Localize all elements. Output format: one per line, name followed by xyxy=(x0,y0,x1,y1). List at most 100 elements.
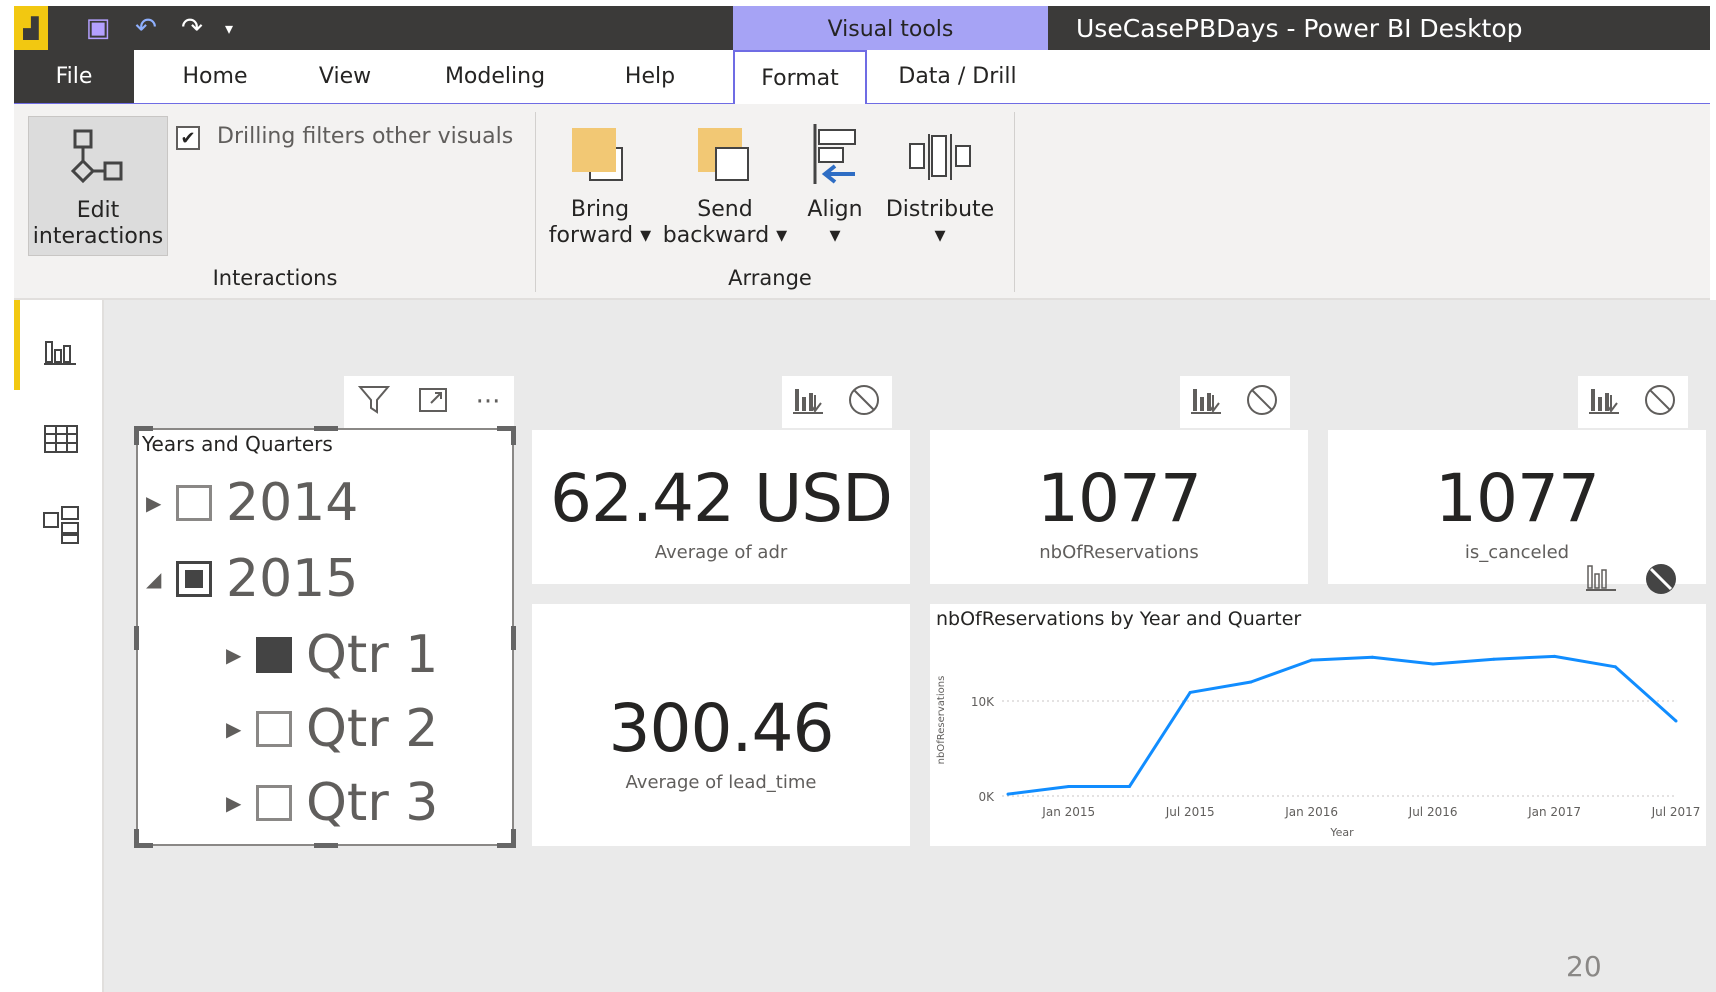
slicer-item-label: Qtr 2 xyxy=(306,699,439,759)
tab-home[interactable]: Home xyxy=(165,50,265,103)
data-point xyxy=(1127,785,1131,788)
slicer-item-label: 2014 xyxy=(226,473,359,533)
distribute-dropdown-icon: ▾ xyxy=(934,223,946,248)
resize-handle[interactable] xyxy=(511,626,516,650)
resize-handle[interactable] xyxy=(497,426,516,445)
card-is-canceled[interactable]: 1077 is_canceled xyxy=(1328,430,1706,594)
edit-interactions-button[interactable]: Edit interactions xyxy=(28,116,168,256)
bring-forward-icon xyxy=(572,128,623,181)
no-impact-icon[interactable] xyxy=(1245,383,1279,421)
slicer-checkbox-partial[interactable] xyxy=(176,561,212,597)
no-impact-icon[interactable] xyxy=(1643,383,1677,421)
visual-tools-label: Visual tools xyxy=(733,6,1048,52)
data-point xyxy=(1310,658,1314,662)
card-label: Average of lead_time xyxy=(625,772,817,793)
slicer-title: Years and Quarters xyxy=(142,432,333,456)
bring-label-2: forward ▾ xyxy=(548,223,652,248)
resize-handle[interactable] xyxy=(314,426,338,431)
collapse-icon[interactable]: ◢ xyxy=(146,567,170,591)
resize-handle[interactable] xyxy=(134,626,139,650)
customize-toolbar-icon[interactable]: ▾ xyxy=(214,6,244,50)
y-tick-label: 10K xyxy=(971,695,995,709)
align-icon xyxy=(813,124,856,184)
expand-icon[interactable]: ▶ xyxy=(226,791,250,815)
card-visual-header xyxy=(782,376,892,428)
view-switcher xyxy=(14,300,104,992)
slicer-item-qtr3[interactable]: ▶ Qtr 3 xyxy=(226,768,438,838)
align-button[interactable]: Align ▾ xyxy=(795,118,875,258)
focus-mode-icon[interactable] xyxy=(417,384,449,421)
card-average-lead-time[interactable]: 300.46 Average of lead_time xyxy=(532,604,910,846)
edit-label-1: Edit xyxy=(76,198,120,223)
slicer-item-2015[interactable]: ◢ 2015 xyxy=(146,544,358,614)
tab-help[interactable]: Help xyxy=(610,50,690,103)
send-label-1: Send xyxy=(697,197,753,222)
more-options-icon[interactable]: ··· xyxy=(476,387,501,417)
model-view-icon[interactable] xyxy=(38,502,84,548)
data-view-icon[interactable] xyxy=(38,416,84,462)
data-point xyxy=(1613,665,1617,669)
card-value: 1077 xyxy=(1435,460,1600,537)
resize-handle[interactable] xyxy=(134,829,153,848)
redo-icon[interactable]: ↷ xyxy=(172,6,212,50)
card-average-adr[interactable]: 62.42 USD Average of adr xyxy=(532,430,910,584)
interactions-group-label: Interactions xyxy=(212,266,338,290)
filter-icon[interactable] xyxy=(357,384,390,421)
ribbon-separator xyxy=(1014,112,1015,292)
series-line xyxy=(1007,654,1677,796)
align-dropdown-icon: ▾ xyxy=(829,223,841,248)
undo-icon[interactable]: ↶ xyxy=(126,6,166,50)
filter-visual-icon[interactable] xyxy=(793,385,825,419)
drilling-filters-checkbox[interactable]: ✔ xyxy=(176,126,200,150)
powerbi-logo-icon: ▟ xyxy=(14,6,48,50)
line-chart: 0K 10K nbOfReservations Jan 2015 Jul 2015 Jan… xyxy=(936,654,1700,839)
slicer-item-label: Qtr 3 xyxy=(306,773,439,833)
data-point xyxy=(1553,654,1557,658)
data-point xyxy=(1249,680,1253,684)
distribute-label: Distribute xyxy=(885,197,995,222)
x-tick-label: Jul 2015 xyxy=(1165,805,1215,819)
tab-file[interactable]: File xyxy=(14,50,134,103)
card-value: 1077 xyxy=(1037,460,1202,537)
slicer-checkbox[interactable] xyxy=(176,485,212,521)
slicer-item-2014[interactable]: ▶ 2014 xyxy=(146,468,358,538)
bring-label-1: Bring xyxy=(570,197,630,222)
slicer-checkbox[interactable] xyxy=(256,785,292,821)
none-selected-icon[interactable] xyxy=(1644,562,1678,600)
slicer-item-qtr1[interactable]: ▶ Qtr 1 xyxy=(226,620,438,690)
x-tick-label: Jul 2016 xyxy=(1408,805,1458,819)
filter-visual-icon[interactable] xyxy=(1589,385,1621,419)
filter-visual-icon[interactable] xyxy=(1586,562,1618,596)
no-impact-icon[interactable] xyxy=(847,383,881,421)
filter-visual-icon[interactable] xyxy=(1191,385,1223,419)
distribute-button[interactable]: Distribute ▾ xyxy=(880,118,1000,258)
card-label: is_canceled xyxy=(1464,542,1570,563)
tab-format[interactable]: Format xyxy=(733,50,867,104)
x-tick-label: Jan 2015 xyxy=(1041,805,1095,819)
data-point xyxy=(1188,690,1192,694)
slicer-visual[interactable]: Years and Quarters ▶ 2014 ◢ 2015 ▶ Qtr 1… xyxy=(134,426,516,848)
resize-handle[interactable] xyxy=(497,829,516,848)
bring-forward-button[interactable]: Bring forward ▾ xyxy=(540,118,660,258)
tab-view[interactable]: View xyxy=(305,50,385,103)
resize-handle[interactable] xyxy=(134,426,153,445)
arrange-group-label: Arrange xyxy=(728,266,812,290)
tab-data-drill[interactable]: Data / Drill xyxy=(880,50,1035,103)
x-axis-label: Year xyxy=(1329,826,1354,839)
line-chart-visual[interactable]: nbOfReservations by Year and Quarter 0K 1… xyxy=(930,604,1706,846)
resize-handle[interactable] xyxy=(314,843,338,848)
send-backward-button[interactable]: Send backward ▾ xyxy=(660,118,790,258)
card-visual-header xyxy=(1578,376,1688,428)
tab-modeling[interactable]: Modeling xyxy=(430,50,560,103)
save-icon[interactable]: ▣ xyxy=(78,6,118,50)
slicer-checkbox[interactable] xyxy=(256,711,292,747)
expand-icon[interactable]: ▶ xyxy=(226,717,250,741)
slicer-checkbox-checked[interactable] xyxy=(256,637,292,673)
expand-icon[interactable]: ▶ xyxy=(226,643,250,667)
card-nb-reservations[interactable]: 1077 nbOfReservations xyxy=(930,430,1308,584)
expand-icon[interactable]: ▶ xyxy=(146,491,170,515)
report-view-icon[interactable] xyxy=(38,328,84,374)
card-value: 300.46 xyxy=(608,690,835,767)
slicer-item-qtr2[interactable]: ▶ Qtr 2 xyxy=(226,694,438,764)
data-point xyxy=(1006,792,1010,796)
